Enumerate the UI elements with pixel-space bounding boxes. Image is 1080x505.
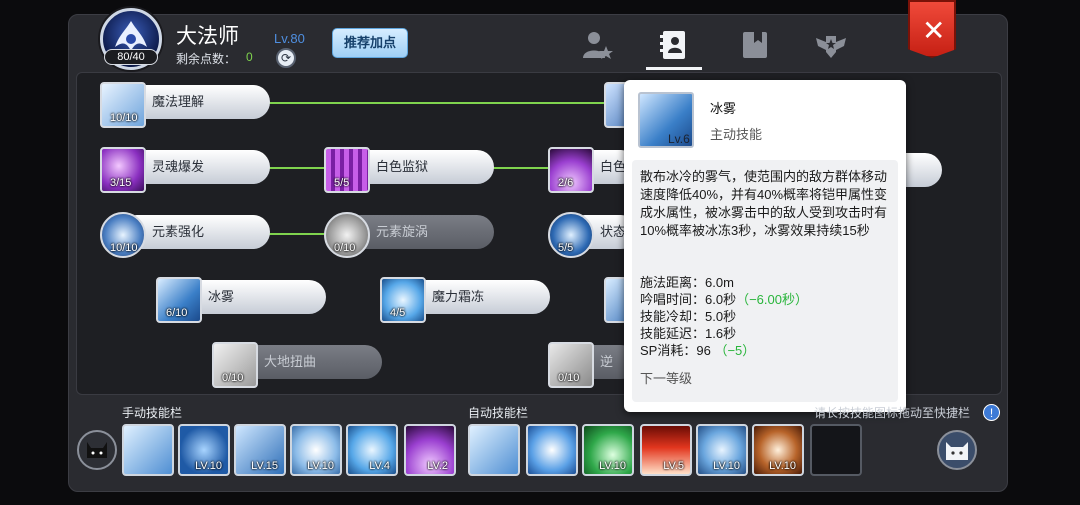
cat-avatar-button[interactable] [937, 430, 977, 470]
tree-link [268, 233, 328, 235]
skill-node-magic-understanding[interactable]: 魔法理解 10/10 [100, 82, 270, 128]
tooltip-description: 散布冰冷的雾气，使范围内的敌方群体移动速度降低40%，并有40%概率将铠甲属性变… [640, 169, 888, 238]
drag-hint: 请长按技能图标拖动至快捷栏 [814, 406, 971, 420]
winged-emblem-icon [816, 36, 846, 58]
tooltip-skill-name: 冰雾 [710, 101, 737, 116]
close-icon: ✕ [922, 15, 946, 46]
level-text: Lv.80 [274, 31, 305, 46]
manual-skillbar-label: 手动技能栏 [122, 406, 183, 420]
points-value: 0 [246, 50, 253, 64]
auto-slot-2[interactable] [526, 424, 578, 476]
skill-node-soul-burst[interactable]: 灵魂爆发 3/15 [100, 147, 270, 193]
skill-node-ice-mist[interactable]: 冰雾 6/10 [156, 277, 326, 323]
recommend-button[interactable]: 推荐加点 [332, 28, 408, 58]
manual-slot-6[interactable]: LV.2 [404, 424, 456, 476]
next-level-label: 下一等级 [640, 371, 693, 386]
character-name: 大法师 [176, 25, 239, 48]
skill-count: 10/10 [110, 112, 138, 124]
auto-skillbar-label: 自动技能栏 [468, 406, 529, 420]
skill-node-element-vortex[interactable]: 元素旋涡 0/10 [324, 212, 494, 258]
skill-node-earth-twist[interactable]: 大地扭曲 0/10 [212, 342, 382, 388]
skill-tooltip: Lv.6 冰雾 主动技能 散布冰冷的雾气，使范围内的敌方群体移动速度降低40%，… [624, 80, 906, 412]
auto-slot-4[interactable]: LV.5 [640, 424, 692, 476]
auto-slot-3[interactable]: LV.10 [582, 424, 634, 476]
tree-link [268, 167, 328, 169]
white-cat-icon [946, 442, 968, 460]
skill-node-white-prison[interactable]: 白色监狱 5/5 [324, 147, 494, 193]
codex-tab[interactable] [738, 28, 772, 62]
manual-slot-4[interactable]: LV.10 [290, 424, 342, 476]
tooltip-body: 散布冰冷的雾气，使范围内的敌方群体移动速度降低40%，并有40%概率将铠甲属性变… [632, 160, 898, 402]
manual-slot-1[interactable] [122, 424, 174, 476]
bookmark-book-icon [743, 32, 767, 58]
skill-count: 6/10 [166, 307, 188, 319]
stat-sp-cost: SP消耗：96 （−5） [640, 343, 756, 358]
tree-link [268, 102, 608, 104]
skill-count: 0/10 [222, 372, 244, 384]
points-label: 剩余点数： [176, 52, 237, 66]
cat-face-icon [87, 442, 107, 458]
skill-count: 4/5 [390, 307, 406, 319]
refresh-icon: ⟳ [280, 51, 292, 65]
manual-slot-2[interactable]: LV.10 [178, 424, 230, 476]
skill-count: 5/5 [558, 242, 574, 254]
manual-slot-3[interactable]: LV.15 [234, 424, 286, 476]
skill-count: 5/5 [334, 177, 350, 189]
tooltip-skill-type: 主动技能 [710, 127, 763, 142]
auto-slot-6[interactable]: LV.10 [752, 424, 804, 476]
auto-slot-5[interactable]: LV.10 [696, 424, 748, 476]
character-tab[interactable] [580, 28, 614, 62]
emblem-tab[interactable] [814, 28, 848, 62]
skills-tab[interactable] [657, 28, 691, 62]
cat-menu-button[interactable] [77, 430, 117, 470]
skill-node-mana-frost[interactable]: 魔力霜冻 4/5 [380, 277, 550, 323]
sp-badge: 80/40 [104, 49, 158, 65]
auto-slot-1[interactable] [468, 424, 520, 476]
manual-slot-5[interactable]: LV.4 [346, 424, 398, 476]
auto-slot-empty[interactable] [810, 424, 862, 476]
skill-node-element-boost[interactable]: 元素强化 10/10 [100, 212, 270, 258]
skill-count: 0/10 [558, 372, 580, 384]
skill-count: 0/10 [334, 242, 356, 254]
person-star-icon [583, 32, 613, 59]
reset-points-button[interactable]: ⟳ [276, 48, 296, 68]
active-tab-indicator [646, 67, 702, 70]
tree-link [492, 167, 552, 169]
skill-count: 2/6 [558, 177, 574, 189]
tooltip-level: Lv.6 [668, 132, 690, 146]
skill-count: 10/10 [110, 242, 138, 254]
close-button[interactable]: ✕ [908, 0, 956, 58]
skill-book-icon [660, 31, 685, 59]
info-icon[interactable]: ! [983, 404, 1000, 421]
skill-count: 3/15 [110, 177, 132, 189]
